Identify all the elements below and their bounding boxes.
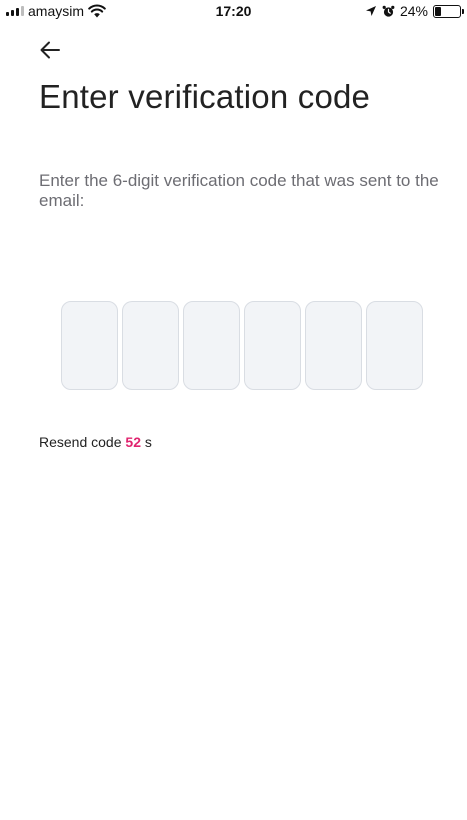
status-bar: amaysim 17:20 24% [0, 0, 467, 24]
verification-screen: amaysim 17:20 24% Enter verification cod… [0, 0, 467, 820]
battery-icon [433, 4, 464, 18]
instruction-text: Enter the 6-digit verification code that… [39, 171, 439, 210]
alarm-icon [382, 5, 395, 17]
code-digit-5[interactable] [305, 301, 362, 390]
battery-level [435, 6, 441, 16]
resend-label: Resend code [39, 434, 122, 450]
code-digit-1[interactable] [61, 301, 118, 390]
code-input-group [61, 301, 423, 390]
code-digit-6[interactable] [366, 301, 423, 390]
resend-unit: s [144, 434, 152, 450]
code-digit-3[interactable] [183, 301, 240, 390]
code-digit-4[interactable] [244, 301, 301, 390]
resend-countdown: 52 [125, 434, 141, 450]
status-bar-right: 24% [365, 3, 464, 19]
resend-code-timer: Resend code 52 s [39, 434, 152, 450]
arrow-left-icon [40, 41, 60, 59]
page-title: Enter verification code [39, 78, 371, 115]
code-digit-2[interactable] [122, 301, 179, 390]
battery-percent: 24% [399, 3, 428, 19]
location-arrow-icon [365, 6, 376, 16]
back-button[interactable] [36, 36, 64, 64]
